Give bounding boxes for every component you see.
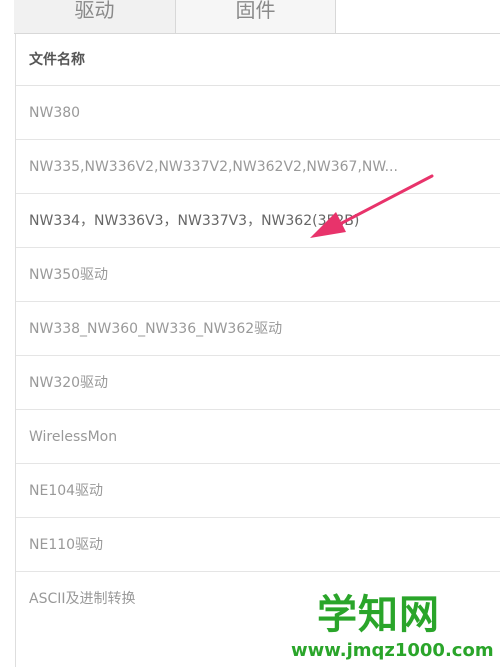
watermark-url: www.jmqz1000.com — [291, 640, 494, 661]
list-item[interactable]: NE104驱动 — [16, 464, 500, 518]
tab-firmware-label: 固件 — [235, 0, 276, 22]
list-item[interactable]: NW350驱动 — [16, 248, 500, 302]
tab-driver-label: 驱动 — [74, 0, 115, 22]
list-item[interactable]: NW338_NW360_NW336_NW362驱动 — [16, 302, 500, 356]
page: 驱动 固件 文件名称 NW380 NW335,NW336V2,NW337V2,N… — [0, 0, 500, 667]
list-item[interactable]: NW335,NW336V2,NW337V2,NW362V2,NW367,NW..… — [16, 140, 500, 194]
list-item[interactable]: NE110驱动 — [16, 518, 500, 572]
column-header-file-name: 文件名称 — [16, 34, 500, 86]
watermark-title: 学知网 — [317, 592, 440, 638]
tab-firmware[interactable]: 固件 — [176, 0, 336, 34]
list-item[interactable]: NW380 — [16, 86, 500, 140]
file-list: 文件名称 NW380 NW335,NW336V2,NW337V2,NW362V2… — [15, 34, 500, 667]
list-item[interactable]: NW334，NW336V3，NW337V3，NW362(352B) — [16, 194, 500, 248]
list-item[interactable]: NW320驱动 — [16, 356, 500, 410]
list-item[interactable]: WirelessMon — [16, 410, 500, 464]
tab-driver[interactable]: 驱动 — [14, 0, 176, 34]
watermark-logo: 学知网 www.jmqz1000.com — [283, 590, 500, 667]
tab-bar: 驱动 固件 — [0, 0, 500, 34]
